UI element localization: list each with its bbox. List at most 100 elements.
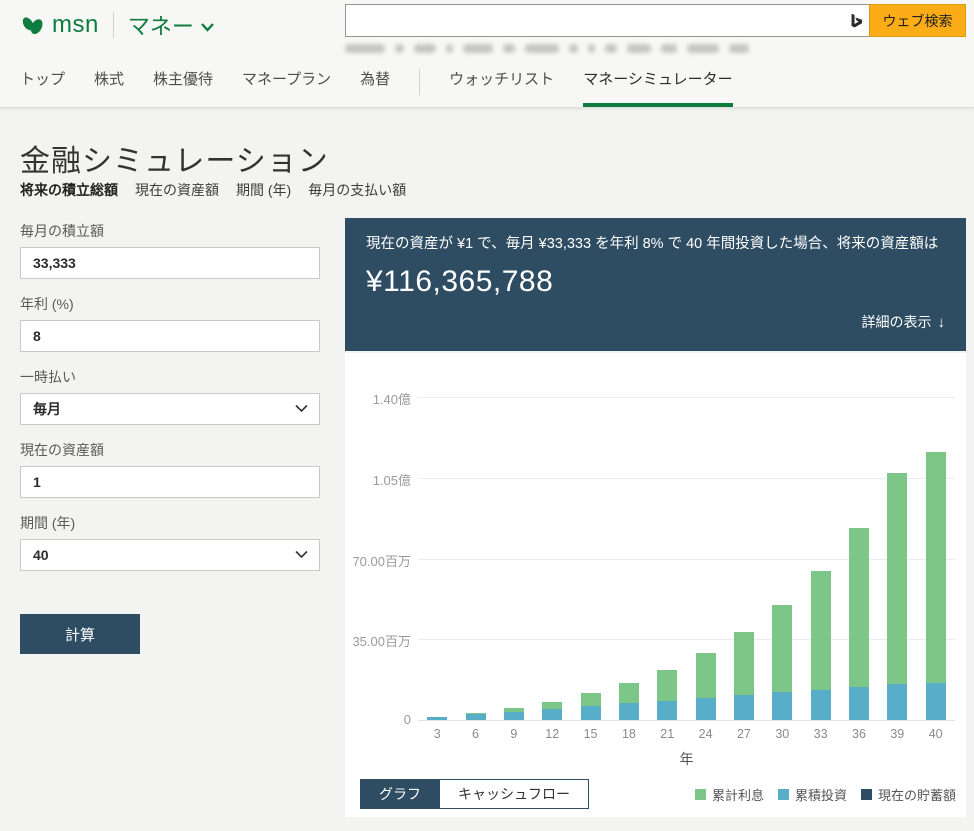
bar-year-21[interactable] — [648, 670, 686, 720]
legend-swatch-icon — [861, 789, 872, 800]
bar-segment — [734, 695, 754, 720]
field-input-1[interactable] — [20, 320, 320, 352]
bar-segment — [811, 690, 831, 720]
bar-year-9[interactable] — [495, 708, 533, 720]
bar-segment — [696, 653, 716, 698]
bar-year-6[interactable] — [456, 713, 494, 720]
select-chevron-icon — [295, 550, 308, 559]
bing-icon — [843, 12, 869, 29]
nav-item-5[interactable]: ウォッチリスト — [449, 68, 554, 107]
bar-segment — [696, 698, 716, 720]
bar-year-24[interactable] — [686, 653, 724, 720]
bar-year-15[interactable] — [571, 693, 609, 720]
calculate-button[interactable]: 計算 — [20, 614, 140, 654]
nav-item-3[interactable]: マネープラン — [242, 68, 331, 107]
x-axis-tick: 39 — [878, 727, 916, 741]
nav-divider — [419, 69, 420, 95]
show-details-label: 詳細の表示 — [862, 314, 932, 330]
bar-segment — [657, 701, 677, 720]
search-input[interactable] — [346, 5, 843, 36]
y-axis-tick: 35.00百万 — [345, 631, 411, 650]
bar-year-30[interactable] — [763, 605, 801, 720]
form-field: 毎月の積立額 — [20, 221, 320, 279]
bar-year-18[interactable] — [610, 683, 648, 720]
bar-segment — [466, 714, 486, 720]
x-axis-tick: 36 — [840, 727, 878, 741]
bar-year-27[interactable] — [725, 632, 763, 720]
bar-year-40[interactable] — [916, 452, 954, 720]
legend-label: 累積投資 — [795, 785, 847, 804]
bar-segment — [657, 670, 677, 701]
x-axis-tick: 21 — [648, 727, 686, 741]
result-amount: ¥116,365,788 — [366, 265, 945, 299]
nav-item-4[interactable]: 為替 — [360, 68, 390, 107]
x-axis-tick: 12 — [533, 727, 571, 741]
bar-year-3[interactable] — [418, 717, 456, 720]
field-select-4[interactable]: 40 — [20, 539, 320, 571]
bar-year-39[interactable] — [878, 473, 916, 720]
subtab-0[interactable]: 将来の積立総額 — [20, 180, 118, 200]
x-axis-tick: 30 — [763, 727, 801, 741]
bar-segment — [504, 712, 524, 720]
field-input-3[interactable] — [20, 466, 320, 498]
chart-legend: 累計利息 累積投資現在の貯蓄額 — [695, 785, 956, 804]
bar-year-12[interactable] — [533, 702, 571, 720]
nav-item-1[interactable]: 株式 — [94, 68, 124, 107]
bar-segment — [581, 706, 601, 720]
bar-segment — [849, 528, 869, 687]
simulator-subtabs: 将来の積立総額現在の資産額期間 (年) 毎月の支払い額 — [20, 180, 406, 200]
field-input-0[interactable] — [20, 247, 320, 279]
arrow-down-icon: ↓ — [938, 314, 946, 331]
field-label: 現在の資産額 — [20, 440, 320, 460]
legend-swatch-icon — [695, 789, 706, 800]
chart-view-tab-0[interactable]: グラフ — [361, 780, 439, 808]
msn-butterfly-icon — [20, 12, 47, 39]
x-axis-tick: 33 — [801, 727, 839, 741]
bar-year-33[interactable] — [801, 571, 839, 720]
bar-segment — [581, 693, 601, 706]
legend-label: 累計利息 — [712, 785, 764, 804]
search-box — [345, 4, 869, 37]
bar-segment — [619, 683, 639, 703]
search-bar: ウェブ検索 — [345, 4, 966, 37]
vertical-title[interactable]: マネー — [128, 9, 194, 41]
bar-segment — [734, 632, 754, 695]
top-header: msn マネー ウェブ検索 トップ株式株主優待マネープラン為替 ウォッチリストマネ… — [0, 0, 974, 108]
brand-divider — [113, 12, 114, 38]
field-label: 期間 (年) — [20, 513, 320, 533]
chart-panel: 年 グラフキャッシュフロー 累計利息累積投資現在の貯蓄額 035.00百万70.… — [345, 353, 966, 817]
y-axis-tick: 1.40億 — [345, 389, 411, 408]
field-label: 一時払い — [20, 367, 320, 387]
web-search-button[interactable]: ウェブ検索 — [869, 4, 966, 37]
form-field: 期間 (年) 40 — [20, 513, 320, 571]
bar-segment — [542, 702, 562, 709]
nav-item-2[interactable]: 株主優待 — [153, 68, 213, 107]
redacted-trending-row — [345, 43, 965, 54]
x-axis-tick: 24 — [686, 727, 724, 741]
bar-segment — [811, 571, 831, 689]
nav-item-0[interactable]: トップ — [20, 68, 65, 107]
x-axis-tick: 40 — [916, 727, 954, 741]
bar-segment — [887, 684, 907, 720]
chart-view-tab-1[interactable]: キャッシュフロー — [439, 780, 588, 808]
bar-segment — [772, 692, 792, 720]
chevron-down-icon[interactable] — [201, 23, 214, 32]
select-value: 40 — [33, 547, 49, 563]
subtab-2[interactable]: 期間 (年) — [236, 180, 291, 200]
result-summary: 現在の資産が ¥1 で、毎月 ¥33,333 を年利 8% で 40 年間投資し… — [366, 234, 945, 254]
field-label: 年利 (%) — [20, 294, 320, 314]
legend-item: 現在の貯蓄額 — [861, 785, 956, 804]
subtab-1[interactable]: 現在の資産額 — [135, 180, 219, 200]
subtab-3[interactable]: 毎月の支払い額 — [308, 180, 406, 200]
field-select-2[interactable]: 毎月 — [20, 393, 320, 425]
x-axis-tick: 6 — [456, 727, 494, 741]
bar-segment — [772, 605, 792, 692]
msn-wordmark[interactable]: msn — [52, 11, 99, 39]
page-title: 金融シミュレーション — [20, 136, 329, 180]
x-axis-title: 年 — [418, 749, 955, 769]
result-panel: 現在の資産が ¥1 で、毎月 ¥33,333 を年利 8% で 40 年間投資し… — [345, 218, 966, 351]
bar-year-36[interactable] — [840, 528, 878, 720]
show-details-link[interactable]: 詳細の表示 ↓ — [366, 312, 945, 332]
nav-item-6[interactable]: マネーシミュレーター — [583, 68, 732, 107]
form-field: 年利 (%) — [20, 294, 320, 352]
